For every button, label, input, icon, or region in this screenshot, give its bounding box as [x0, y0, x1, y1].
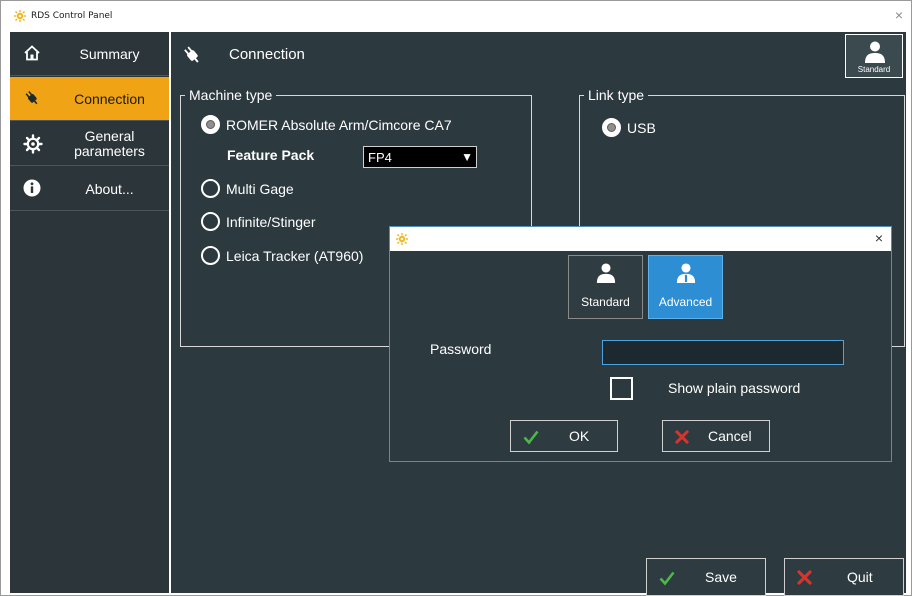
password-input[interactable] [602, 340, 844, 365]
radio-label: ROMER Absolute Arm/Cimcore CA7 [226, 116, 452, 133]
save-label: Save [705, 569, 737, 585]
radio-label: USB [627, 119, 656, 136]
plug-icon [25, 91, 38, 105]
password-label: Password [430, 341, 492, 357]
app-logo-icon [396, 233, 408, 245]
cancel-x-icon [675, 430, 689, 444]
sidebar-item-connection[interactable]: Connection [10, 77, 169, 121]
quit-button[interactable]: Quit [784, 558, 904, 596]
ok-button[interactable]: OK [510, 420, 618, 452]
quit-label: Quit [847, 569, 873, 585]
machine-type-legend: Machine type [189, 87, 273, 103]
plug-icon [184, 46, 199, 63]
sidebar-item-general-parameters[interactable]: General parameters [10, 122, 169, 166]
radio-label: Multi Gage [226, 180, 294, 197]
app-logo-icon [14, 10, 26, 22]
mode-label: Standard [581, 295, 630, 309]
password-dialog: × Standard Advanced Password Show plain … [389, 226, 892, 462]
radio-multi-gage[interactable]: Multi Gage [201, 179, 294, 198]
page-title: Connection [229, 46, 305, 63]
save-button[interactable]: Save [646, 558, 766, 596]
feature-pack-value: FP4 [368, 150, 392, 165]
info-icon [23, 179, 41, 197]
radio-usb[interactable]: USB [602, 118, 656, 137]
radio-romer-absolute-arm[interactable]: ROMER Absolute Arm/Cimcore CA7 [201, 115, 452, 134]
dialog-close-button[interactable]: × [875, 230, 883, 246]
sidebar-item-label: Summary [79, 45, 140, 62]
sidebar-item-label: General parameters [74, 128, 145, 159]
radio-unselected-icon [201, 246, 220, 265]
radio-unselected-icon [201, 179, 220, 198]
user-mode-button[interactable]: Standard [845, 34, 903, 78]
mode-advanced-button[interactable]: Advanced [648, 255, 723, 319]
dialog-title-bar: × [390, 227, 891, 251]
link-type-legend: Link type [588, 87, 645, 103]
cancel-x-icon [797, 570, 812, 585]
radio-selected-icon [602, 118, 621, 137]
window-close-button[interactable]: × [895, 7, 903, 23]
sidebar: Summary Connection General parameters Ab… [10, 32, 169, 593]
app-window: RDS Control Panel × Summary Connection G… [0, 0, 912, 596]
cancel-button[interactable]: Cancel [662, 420, 770, 452]
feature-pack-dropdown[interactable]: FP4 ▼ [363, 146, 477, 168]
user-icon [596, 263, 616, 283]
sidebar-item-label: About... [85, 180, 134, 197]
radio-label: Infinite/Stinger [226, 213, 316, 230]
window-title: RDS Control Panel [31, 11, 113, 21]
checkmark-icon [523, 430, 539, 445]
sidebar-item-label: Connection [74, 90, 145, 107]
advanced-user-icon [676, 263, 696, 283]
cancel-label: Cancel [708, 428, 752, 444]
sidebar-item-about[interactable]: About... [10, 167, 169, 211]
home-icon [24, 45, 40, 61]
mode-label: Advanced [658, 295, 713, 309]
radio-selected-icon [201, 115, 220, 134]
show-password-checkbox[interactable] [610, 377, 633, 400]
user-icon [865, 41, 885, 63]
sidebar-item-summary[interactable]: Summary [10, 32, 169, 76]
radio-leica-tracker[interactable]: Leica Tracker (AT960) [201, 246, 363, 265]
radio-unselected-icon [201, 212, 220, 231]
dropdown-arrow-icon: ▼ [461, 150, 473, 164]
checkmark-icon [659, 571, 675, 586]
show-password-label: Show plain password [668, 380, 801, 396]
ok-label: OK [569, 428, 590, 444]
feature-pack-label: Feature Pack [227, 147, 315, 163]
radio-infinite-stinger[interactable]: Infinite/Stinger [201, 212, 316, 231]
radio-label: Leica Tracker (AT960) [226, 247, 364, 264]
user-mode-label: Standard [857, 65, 891, 74]
title-bar: RDS Control Panel × [1, 1, 911, 30]
gear-icon [23, 134, 43, 154]
mode-standard-button[interactable]: Standard [568, 255, 643, 319]
